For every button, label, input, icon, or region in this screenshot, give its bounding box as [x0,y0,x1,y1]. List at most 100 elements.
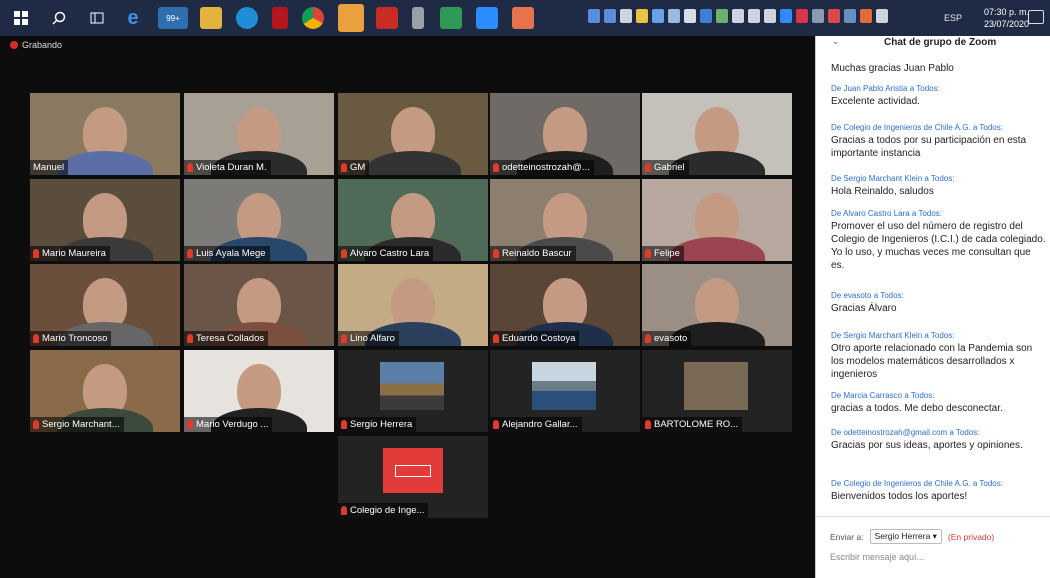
file-explorer-icon[interactable] [200,7,222,29]
participant-tile[interactable]: Alvaro Castro Lara [338,179,488,261]
message-sender[interactable]: De odetteinostrozah@gmail.com a Todos: [831,427,1046,438]
message-sender[interactable]: De Marcia Carrasco a Todos: [831,390,1046,401]
netflix-icon[interactable] [272,7,288,29]
chevron-down-icon[interactable]: ⌄ [832,36,840,47]
participant-name-tag: Violeta Duran M. [184,160,271,175]
muted-mic-icon [645,420,651,429]
powerpoint-icon[interactable] [338,4,364,32]
participant-tile[interactable]: Violeta Duran M. [184,93,334,175]
tray-icon[interactable] [812,9,824,23]
tray-icon[interactable] [844,9,856,23]
search-icon[interactable] [48,7,70,29]
windows-start-icon[interactable] [10,7,32,29]
participant-tile[interactable]: Mario Verdugo ... [184,350,334,432]
participant-tile[interactable]: odetteinostrozah@... [490,93,640,175]
tray-icon[interactable] [668,9,680,23]
participant-tile[interactable]: Manuel [30,93,180,175]
participant-tile[interactable]: Felipe [642,179,792,261]
participant-name-tag: Alvaro Castro Lara [338,246,434,261]
muted-mic-icon [187,249,193,258]
wifi-icon[interactable] [876,9,888,23]
participant-tile[interactable]: Alejandro Gallar... [490,350,640,432]
message-sender[interactable]: De Sergio Marchant Klein a Todos: [831,173,1046,184]
tray-icon[interactable] [636,9,648,23]
participant-name: Reinaldo Bascur [502,248,572,259]
participant-tile[interactable]: Teresa Collados [184,264,334,346]
tray-icon[interactable] [716,9,728,23]
tray-icon[interactable] [828,9,840,23]
chrome-icon[interactable] [302,7,324,29]
chat-message: De Colegio de Ingenieros de Chile A.G. a… [831,122,1046,160]
participant-name: evasoto [654,333,688,344]
tray-icon[interactable] [684,9,696,23]
muted-mic-icon [493,249,499,258]
participant-tile[interactable]: Sergio Marchant... [30,350,180,432]
participant-tile[interactable]: Reinaldo Bascur [490,179,640,261]
tray-icon[interactable] [604,9,616,23]
message-sender[interactable]: De Colegio de Ingenieros de Chile A.G. a… [831,478,1046,489]
participant-name-tag: BARTOLOME RO... [642,417,743,432]
excel-icon[interactable] [440,7,462,29]
participant-name: Mario Maureira [42,248,106,259]
participant-tile[interactable]: Luis Ayala Mege [184,179,334,261]
participant-name-tag: Sergio Herrera [338,417,417,432]
task-view-icon[interactable] [86,7,108,29]
participant-tile[interactable]: evasoto [642,264,792,346]
edge-legacy-icon[interactable]: e [122,7,144,29]
participant-name: Sergio Herrera [350,419,413,430]
recipient-dropdown[interactable]: Sergio Herrera ▾ [869,529,942,544]
tray-icon[interactable] [620,9,632,23]
tray-icon[interactable] [652,9,664,23]
participant-name-tag: Reinaldo Bascur [490,246,576,261]
participant-tile[interactable]: BARTOLOME RO... [642,350,792,432]
participant-tile[interactable]: Mario Troncoso [30,264,180,346]
participant-name-tag: Eduardo Costoya [490,331,580,346]
slides-icon[interactable] [512,7,534,29]
windows-taskbar: e 99+ ESP 07:30 p. m. 23/07/2020 [0,0,1050,36]
recording-dot-icon [10,41,18,49]
tray-icon[interactable] [764,9,776,23]
chat-panel: ⌄ Chat de grupo de Zoom Muchas gracias J… [815,36,1050,578]
participant-name: Sergio Marchant... [42,419,120,430]
message-text: Gracias Álvaro [831,303,897,314]
input-language[interactable]: ESP [944,13,962,23]
profile-picture [380,362,444,410]
participant-tile[interactable]: Gabriel [642,93,792,175]
tray-icon[interactable] [588,9,600,23]
message-sender[interactable]: De Alvaro Castro Lara a Todos: [831,208,1046,219]
acrobat-icon[interactable] [376,7,398,29]
participant-tile[interactable]: Eduardo Costoya [490,264,640,346]
participant-name: BARTOLOME RO... [654,419,739,430]
muted-mic-icon [33,334,39,343]
phone-icon[interactable] [412,7,424,29]
muted-mic-icon [341,506,347,515]
notification-icon[interactable] [1028,10,1044,24]
participant-tile[interactable]: Lino Alfaro [338,264,488,346]
message-sender[interactable]: De Sergio Marchant Klein a Todos: [831,330,1046,341]
participant-tile[interactable]: Mario Maureira [30,179,180,261]
participant-name: Luis Ayala Mege [196,248,266,259]
tray-icon[interactable] [780,9,792,23]
chat-message-input[interactable] [830,549,1040,565]
participant-name: odetteinostrozah@... [502,162,590,173]
taskbar-clock[interactable]: 07:30 p. m. 23/07/2020 [984,6,1029,30]
message-sender[interactable]: De Colegio de Ingenieros de Chile A.G. a… [831,122,1046,133]
message-sender[interactable]: De evasoto a Todos: [831,290,1046,301]
edge-icon[interactable] [236,7,258,29]
volume-icon[interactable] [748,9,760,23]
tray-icon[interactable] [796,9,808,23]
participant-name: Felipe [654,248,680,259]
participant-tile[interactable]: GM [338,93,488,175]
muted-mic-icon [341,420,347,429]
zoom-icon[interactable] [476,7,498,29]
chat-message: Muchas gracias Juan Pablo [831,62,1046,75]
tray-icon[interactable] [732,9,744,23]
participant-name: Gabriel [654,162,685,173]
mail-badge-icon[interactable]: 99+ [158,7,188,29]
participant-tile[interactable]: Colegio de Inge... [338,436,488,518]
participant-tile[interactable]: Sergio Herrera [338,350,488,432]
muted-mic-icon [645,163,651,172]
tray-icon[interactable] [860,9,872,23]
message-sender[interactable]: De Juan Pablo Aristia a Todos: [831,83,1046,94]
tray-icon[interactable] [700,9,712,23]
